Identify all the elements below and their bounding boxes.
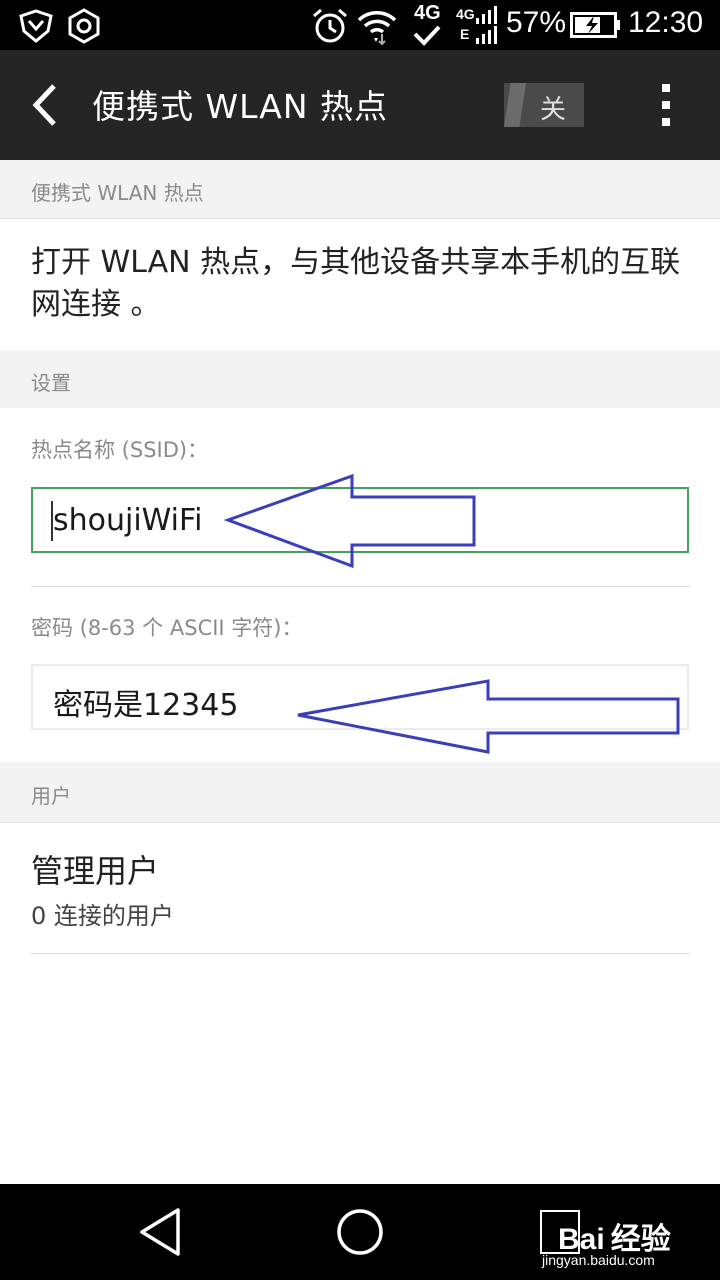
section-users-label: 用户 [31,784,71,808]
watermark-url: jingyan.baidu.com [542,1252,655,1268]
battery-charging-icon [570,12,620,38]
password-label: 密码 (8-63 个 ASCII 字符)： [31,616,303,640]
toggle-label: 关 [540,95,567,125]
hotspot-toggle[interactable]: 关 [504,83,584,127]
clock: 12:30 [628,6,704,39]
status-bar: 4G 4G E 57% 12:30 [0,0,720,50]
back-triangle-icon[interactable] [136,1204,184,1260]
battery-percent: 57% [506,6,567,39]
page-title: 便携式 WLAN 热点 [92,87,389,126]
network-type-4g-small: 4G [456,6,475,22]
toggle-knob [504,83,526,127]
divider [31,586,690,587]
signal-icon [476,6,497,44]
network-type-e: E [460,26,470,42]
section-hotspot-label: 便携式 WLAN 热点 [31,181,204,205]
home-circle-icon[interactable] [334,1204,386,1260]
shield-icon [19,9,53,43]
alarm-clock-icon [313,8,347,43]
section-header-users: 用户 [0,762,720,822]
app-bar: 便携式 WLAN 热点 关 [0,50,720,160]
back-arrow-icon[interactable] [30,82,60,128]
password-value: 密码是12345 [53,688,239,723]
section-header-settings: 设置 [0,350,720,408]
ssid-label: 热点名称 (SSID)： [31,438,209,462]
overflow-menu-icon[interactable] [658,84,674,130]
hexagon-nut-icon [68,8,100,44]
divider [31,953,690,954]
ssid-input[interactable]: shoujiWiFi [31,487,689,553]
section-header-hotspot: 便携式 WLAN 热点 [0,160,720,218]
manage-users-subtitle: 0 连接的用户 [31,902,174,930]
network-type-4g: 4G [414,2,441,24]
check-icon [413,25,441,46]
section-settings-label: 设置 [31,371,71,395]
hotspot-description: 打开 WLAN 热点，与其他设备共享本手机的互联网连接 。 [31,245,681,322]
ssid-value: shoujiWiFi [53,503,203,538]
manage-users-title: 管理用户 [31,852,160,890]
wifi-icon [357,11,397,46]
password-input[interactable]: 密码是12345 [31,664,689,730]
